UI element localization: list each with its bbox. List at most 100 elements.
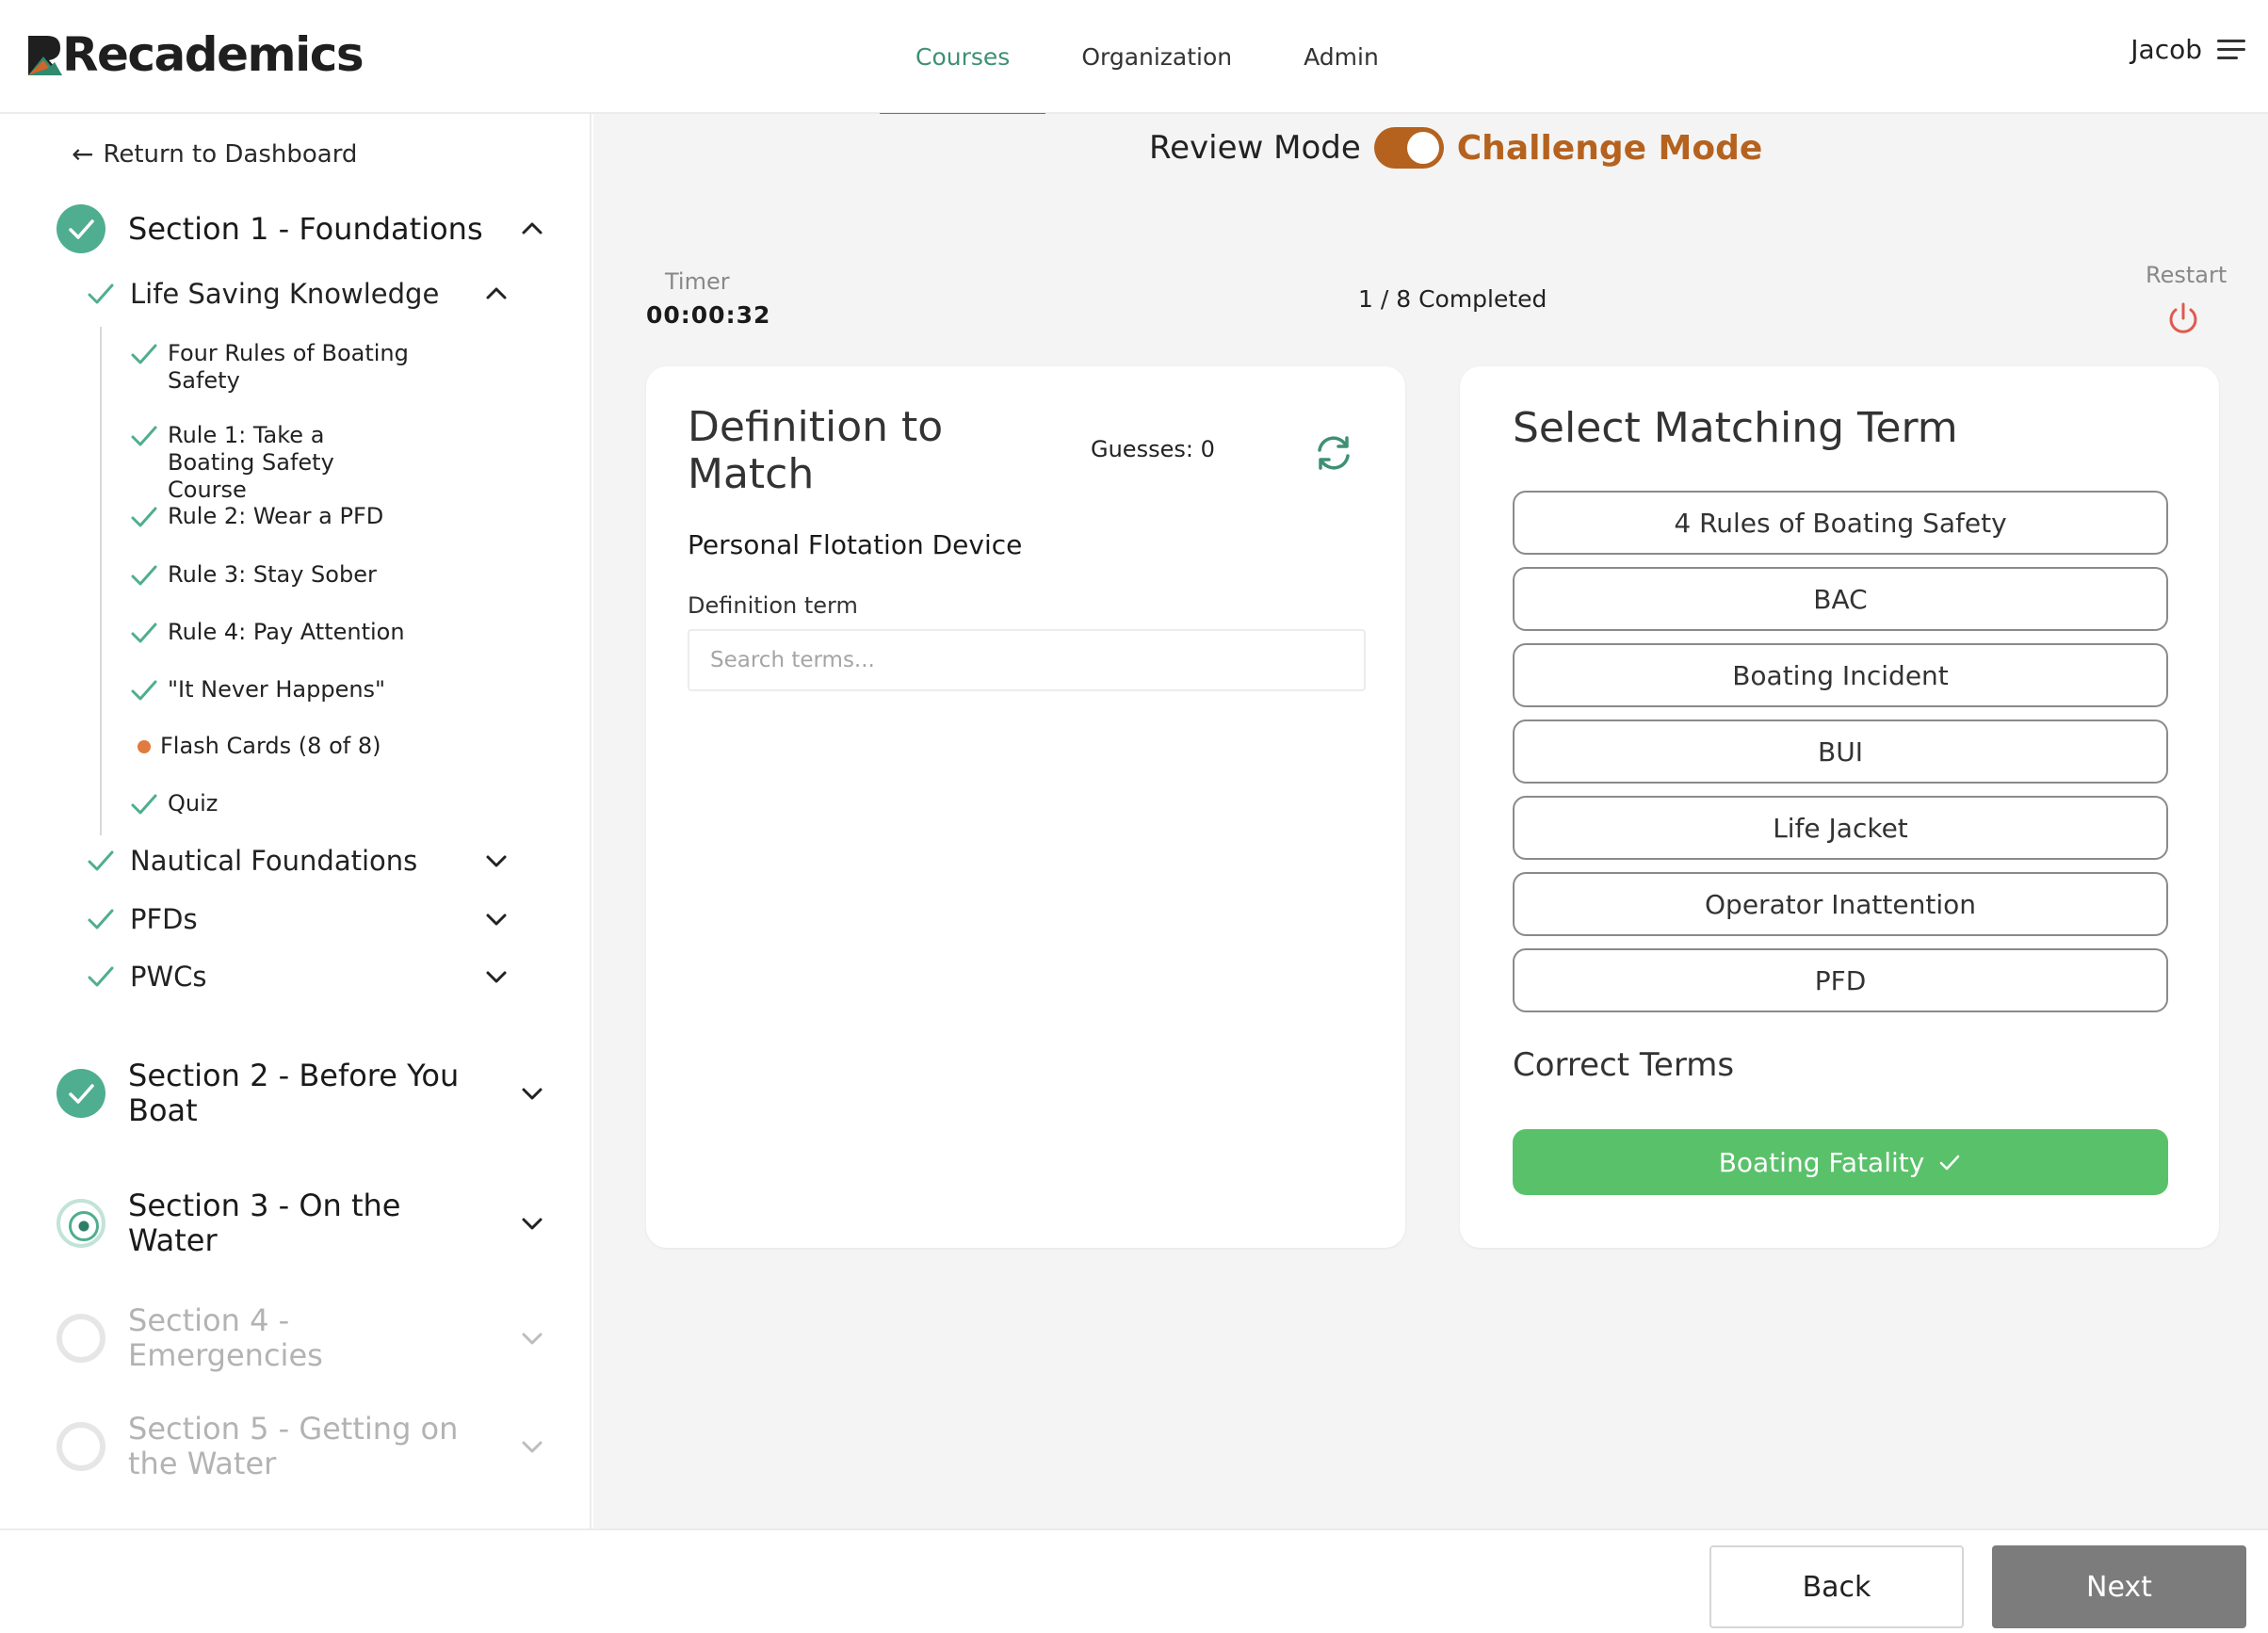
lesson-label: Rule 3: Stay Sober <box>168 561 377 588</box>
chevron-down-icon[interactable] <box>482 962 510 991</box>
user-menu[interactable]: Jacob <box>2130 34 2245 65</box>
sidebar-lesson[interactable]: Rule 3: Stay Sober <box>130 561 413 590</box>
section-complete-icon <box>57 204 105 253</box>
nav-organization[interactable]: Organization <box>1045 0 1268 114</box>
definition-card: Definition to Match Guesses: 0 Personal … <box>646 366 1405 1248</box>
sidebar-subsection-nautical-foundations[interactable]: Nautical Foundations <box>87 844 507 878</box>
restart-label: Restart <box>2146 262 2228 288</box>
check-icon <box>131 426 157 446</box>
nav-admin[interactable]: Admin <box>1268 0 1415 114</box>
logo-text: Recademics <box>62 27 364 82</box>
term-option-button[interactable]: PFD <box>1513 948 2168 1012</box>
chevron-down-icon[interactable] <box>482 905 510 933</box>
sidebar-section-4: Section 4 - Emergencies <box>57 1303 546 1373</box>
hamburger-menu-icon[interactable] <box>2217 39 2245 60</box>
lesson-label: "It Never Happens" <box>168 676 386 703</box>
term-option-button[interactable]: Life Jacket <box>1513 796 2168 860</box>
mode-switch: Review Mode Challenge Mode <box>1149 127 1762 169</box>
term-option-button[interactable]: 4 Rules of Boating Safety <box>1513 491 2168 555</box>
chevron-up-icon[interactable] <box>518 215 546 243</box>
term-option-button[interactable]: Operator Inattention <box>1513 872 2168 936</box>
term-option-button[interactable]: BAC <box>1513 567 2168 631</box>
sidebar-section-2[interactable]: Section 2 - Before You Boat <box>57 1058 546 1129</box>
timer-value: 00:00:32 <box>646 301 771 329</box>
sidebar-lesson[interactable]: "It Never Happens" <box>130 676 413 704</box>
sidebar-lesson[interactable]: Rule 2: Wear a PFD <box>130 503 413 531</box>
in-progress-dot-icon <box>138 740 151 753</box>
check-icon <box>88 283 114 304</box>
sidebar-lesson[interactable]: Rule 4: Pay Attention <box>130 619 413 647</box>
sidebar-lesson[interactable]: Quiz <box>130 790 413 818</box>
check-icon <box>131 565 157 586</box>
check-icon <box>88 966 114 987</box>
sidebar-subsection-life-saving-knowledge[interactable]: Life Saving Knowledge <box>87 277 507 311</box>
search-terms-input[interactable] <box>688 629 1366 691</box>
section-title: Section 3 - On the Water <box>128 1188 401 1258</box>
refresh-icon[interactable] <box>1311 430 1356 476</box>
challenge-mode-label[interactable]: Challenge Mode <box>1457 129 1763 168</box>
timer-label: Timer <box>665 268 730 295</box>
sidebar-lesson[interactable]: Four Rules of Boating Safety <box>130 340 413 395</box>
lesson-label: Flash Cards (8 of 8) <box>160 733 381 759</box>
subsection-label: PWCs <box>130 961 207 993</box>
section-title: Section 2 - Before You Boat <box>128 1058 460 1128</box>
lesson-label: Quiz <box>168 790 219 816</box>
section-current-icon <box>57 1199 105 1248</box>
nav-courses[interactable]: Courses <box>880 0 1046 116</box>
section-title: Section 4 - Emergencies <box>128 1302 323 1373</box>
sidebar-subsection-pfds[interactable]: PFDs <box>87 902 507 936</box>
term-option-button[interactable]: BUI <box>1513 719 2168 784</box>
sidebar-section-1[interactable]: Section 1 - Foundations <box>57 204 546 253</box>
subsection-label: Nautical Foundations <box>130 845 418 877</box>
check-icon <box>131 344 157 364</box>
section-locked-icon <box>57 1314 105 1363</box>
sidebar-section-5: Section 5 - Getting on the Water <box>57 1411 546 1482</box>
chevron-down-icon[interactable] <box>518 1079 546 1108</box>
user-name: Jacob <box>2130 34 2202 65</box>
footer-bar: Back Next <box>0 1528 2268 1633</box>
definition-term-label: Definition term <box>688 592 858 619</box>
review-mode-label[interactable]: Review Mode <box>1149 129 1361 167</box>
section-title: Section 5 - Getting on the Water <box>128 1411 459 1481</box>
sidebar-lesson[interactable]: Rule 1: Take a Boating Safety Course <box>130 422 413 504</box>
guesses-count: Guesses: 0 <box>1091 436 1215 462</box>
sidebar-lesson-current[interactable]: Flash Cards (8 of 8) <box>130 733 413 760</box>
matching-terms-title: Select Matching Term <box>1513 404 1958 452</box>
arrow-left-icon: ← <box>72 138 94 170</box>
main-nav: Courses Organization Admin <box>880 0 1415 116</box>
sidebar-subsection-pwcs[interactable]: PWCs <box>87 960 507 994</box>
subsection-label: PFDs <box>130 903 198 935</box>
check-icon <box>131 622 157 643</box>
logo-mark-icon <box>28 36 62 75</box>
chevron-down-icon <box>522 1333 543 1345</box>
section-complete-icon <box>57 1069 105 1118</box>
top-header: Recademics Courses Organization Admin Ja… <box>0 0 2268 116</box>
lesson-label: Rule 1: Take a Boating Safety Course <box>168 422 334 503</box>
chevron-down-icon[interactable] <box>482 847 510 875</box>
term-option-button[interactable]: Boating Incident <box>1513 643 2168 707</box>
section-title: Section 1 - Foundations <box>128 210 483 247</box>
back-button[interactable]: Back <box>1709 1545 1964 1628</box>
definition-text: Personal Flotation Device <box>688 529 1023 560</box>
logo[interactable]: Recademics <box>24 27 364 82</box>
term-options-list: 4 Rules of Boating Safety BAC Boating In… <box>1513 491 2168 1025</box>
lesson-label: Rule 4: Pay Attention <box>168 619 405 645</box>
correct-term-badge: Boating Fatality <box>1513 1129 2168 1195</box>
section-locked-icon <box>57 1422 105 1471</box>
check-icon <box>131 680 157 701</box>
check-icon <box>131 507 157 527</box>
mode-toggle[interactable] <box>1373 127 1444 169</box>
progress-text: 1 / 8 Completed <box>1358 285 1547 313</box>
power-restart-icon[interactable] <box>2163 299 2204 340</box>
lesson-label: Rule 2: Wear a PFD <box>168 503 384 529</box>
return-to-dashboard-link[interactable]: ← Return to Dashboard <box>72 138 357 170</box>
sidebar-section-3[interactable]: Section 3 - On the Water <box>57 1188 546 1258</box>
check-icon <box>131 794 157 815</box>
flashcard-main: Review Mode Challenge Mode Timer 00:00:3… <box>593 114 2268 1528</box>
correct-term-label: Boating Fatality <box>1718 1146 1925 1178</box>
chevron-up-icon[interactable] <box>482 280 510 308</box>
correct-terms-title: Correct Terms <box>1513 1046 1735 1084</box>
course-sidebar: ← Return to Dashboard Section 1 - Founda… <box>0 114 591 1528</box>
chevron-down-icon[interactable] <box>518 1209 546 1237</box>
next-button[interactable]: Next <box>1992 1545 2246 1628</box>
